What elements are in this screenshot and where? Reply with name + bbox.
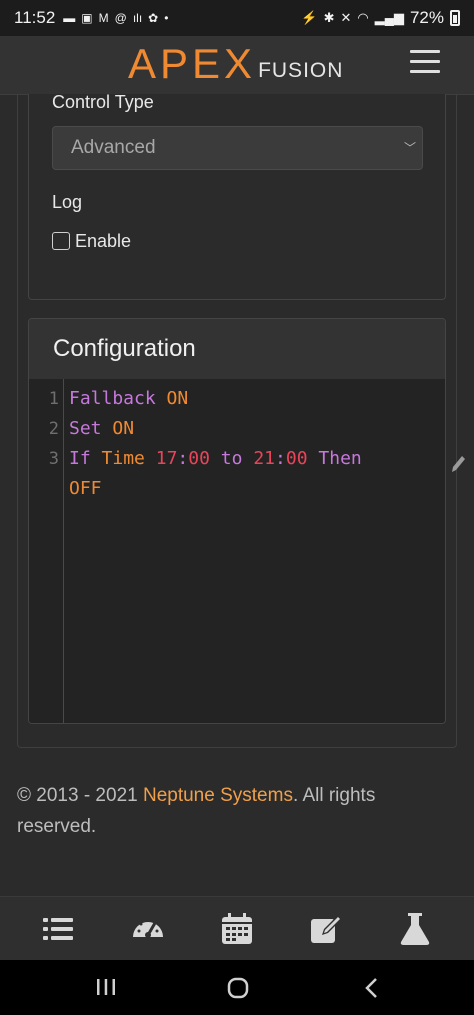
- control-type-select[interactable]: Advanced ﹀: [52, 126, 423, 170]
- back-icon[interactable]: [362, 976, 382, 1000]
- cell-signal-icon: ▂▄▆: [374, 10, 404, 25]
- nfc-icon: ⚡: [301, 10, 318, 25]
- line-number-gutter: 1 2 3: [29, 379, 64, 723]
- logo-fusion-text: FUSION: [258, 59, 344, 82]
- code-keyword: Fallback: [69, 388, 156, 409]
- more-notifications-dot-icon: •: [164, 11, 169, 25]
- leaf-app-icon: ✿: [148, 11, 159, 25]
- configuration-panel: Configuration 1 2 3 Fallback ON Set ON I…: [28, 318, 446, 724]
- code-value: OFF: [69, 478, 102, 499]
- gmail-icon: M: [98, 11, 109, 25]
- apex-fusion-logo[interactable]: APEX FUSION: [128, 42, 343, 86]
- signal-app-icon: ılı: [132, 11, 143, 25]
- control-type-value: Advanced: [71, 137, 156, 158]
- bottom-nav: [0, 896, 474, 961]
- code-number: 17: [155, 448, 178, 469]
- battery-percent: 72%: [409, 8, 444, 27]
- footer-copyright: © 2013 - 2021 Neptune Systems. All right…: [17, 780, 437, 842]
- code-number: 00: [285, 448, 308, 469]
- settings-panel: [28, 94, 446, 300]
- enable-log-checkbox[interactable]: [52, 232, 70, 250]
- enable-label: Enable: [75, 231, 132, 251]
- code-keyword: If: [69, 448, 91, 469]
- code-number: 00: [188, 448, 210, 469]
- code-line: Fallback ON: [69, 388, 188, 409]
- copyright-text: © 2013 - 2021: [17, 785, 138, 806]
- calendar-icon[interactable]: [219, 911, 255, 947]
- configuration-title: Configuration: [29, 319, 445, 380]
- neptune-systems-link[interactable]: Neptune Systems: [143, 785, 293, 806]
- line-number: 2: [48, 419, 59, 439]
- logo-apex-text: APEX: [128, 40, 257, 87]
- status-time: 11:52: [14, 8, 56, 27]
- code-line-wrap: OFF: [69, 478, 102, 499]
- notification-icons: ▬ ▣ M @ ılı ✿ •: [63, 11, 168, 25]
- line-number: 1: [48, 389, 59, 409]
- wifi-icon: ◠: [357, 10, 369, 25]
- bluetooth-icon: ✱: [323, 10, 335, 25]
- ring-app-icon: ▣: [81, 11, 93, 25]
- log-label: Log: [52, 192, 83, 212]
- recent-apps-icon[interactable]: [95, 976, 117, 998]
- menu-icon[interactable]: [410, 50, 440, 76]
- code-value: ON: [112, 418, 135, 439]
- code-editor[interactable]: 1 2 3 Fallback ON Set ON If Time 17:00 t…: [29, 379, 445, 723]
- code-field: Time: [101, 448, 145, 469]
- code-number: 21: [253, 448, 276, 469]
- code-keyword: Then: [318, 448, 362, 469]
- dashboard-gauge-icon[interactable]: [130, 911, 166, 947]
- system-status-icons: ⚡ ✱ ✕ ◠ ▂▄▆ 72%: [301, 8, 460, 28]
- status-bar: 11:52 ▬ ▣ M @ ılı ✿ • ⚡ ✱ ✕ ◠ ▂▄▆ 72%: [0, 0, 474, 36]
- app-header: APEX FUSION: [0, 36, 474, 95]
- lab-flask-icon[interactable]: [397, 911, 433, 947]
- edit-pencil-icon[interactable]: [449, 452, 465, 476]
- list-icon[interactable]: [40, 911, 76, 947]
- code-line: Set ON: [69, 418, 134, 439]
- chevron-down-icon: ﹀: [403, 141, 416, 155]
- message-icon: ▬: [63, 11, 76, 25]
- home-icon[interactable]: [226, 976, 250, 1000]
- code-line: If Time 17:00 to 21:00 Then: [69, 448, 362, 469]
- code-value: ON: [166, 388, 189, 409]
- line-number: 3: [48, 449, 59, 469]
- at-sign-icon: @: [114, 11, 127, 25]
- control-type-label: Control Type: [52, 92, 154, 112]
- code-keyword: Set: [69, 418, 102, 439]
- system-navigation-bar: [0, 960, 474, 1015]
- battery-icon: [450, 10, 460, 26]
- mute-icon: ✕: [340, 10, 352, 25]
- edit-note-icon[interactable]: [308, 911, 344, 947]
- code-keyword: to: [220, 448, 243, 469]
